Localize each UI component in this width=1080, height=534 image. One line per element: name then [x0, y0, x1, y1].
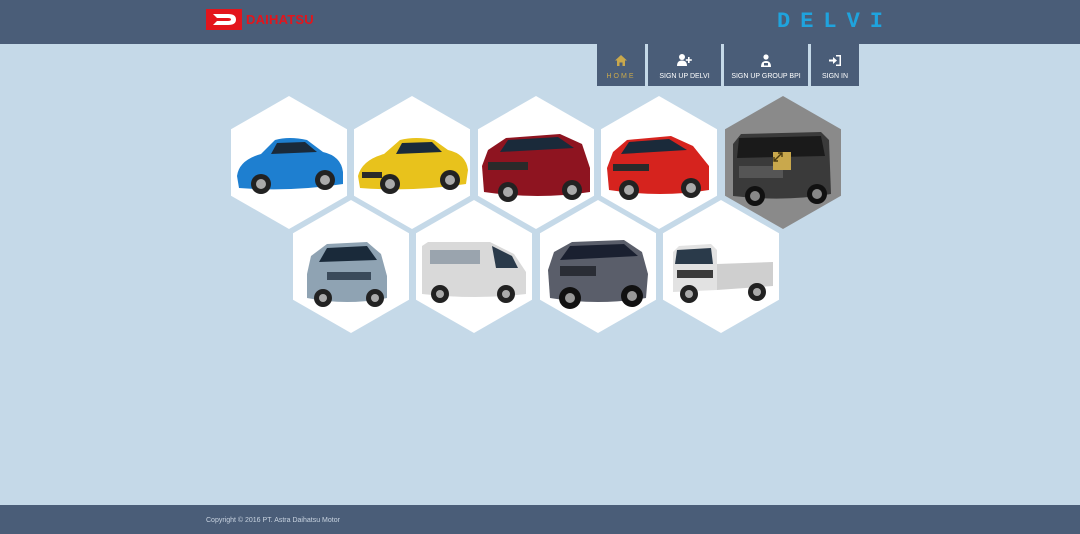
- car-image-ayla-red: [607, 136, 709, 200]
- footer: Copyright © 2016 PT. Astra Daihatsu Moto…: [0, 505, 1080, 534]
- user-plus-icon: [677, 53, 692, 67]
- daihatsu-logo-icon: [206, 9, 242, 30]
- car-tile-ayla-red[interactable]: [601, 96, 717, 229]
- nav-home-label: HOME: [606, 73, 636, 80]
- logo-text: DAIHATSU: [246, 12, 314, 27]
- nav-signup-group-bpi-label: SIGN UP GROUP BPI: [731, 73, 801, 80]
- car-tile-gran-max-pickup[interactable]: [663, 200, 779, 333]
- nav-signup-delvi-label: SIGN UP DELVI: [659, 73, 710, 80]
- car-tile-copen-yellow[interactable]: [354, 96, 470, 229]
- car-image-terios-gray: [548, 240, 648, 309]
- nav-signup-group-bpi[interactable]: SIGN UP GROUP BPI: [724, 44, 808, 86]
- car-tile-xenia-red[interactable]: [478, 96, 594, 229]
- header: DAIHATSU DELVI: [0, 0, 1080, 44]
- main-nav: HOME SIGN UP DELVI SIGN UP GROUP BPI SIG…: [597, 44, 862, 86]
- car-image-gran-max-van: [422, 242, 526, 303]
- car-image-copen-yellow: [358, 138, 468, 194]
- car-tile-copen-blue[interactable]: [231, 96, 347, 229]
- car-image-copen-blue: [237, 138, 343, 194]
- daihatsu-logo[interactable]: DAIHATSU: [206, 9, 314, 30]
- copyright-text: Copyright © 2016 PT. Astra Daihatsu Moto…: [206, 517, 340, 524]
- car-image-xenia-red: [482, 134, 590, 202]
- sign-in-icon: [829, 53, 841, 67]
- car-tile-terios-gray[interactable]: [540, 200, 656, 333]
- nav-sign-in[interactable]: SIGN IN: [811, 44, 859, 86]
- nav-home[interactable]: HOME: [597, 44, 645, 86]
- car-tile-luxio-black[interactable]: [725, 96, 841, 229]
- expand-icon[interactable]: [773, 152, 791, 170]
- car-image-sirion-silver: [307, 242, 387, 307]
- car-tile-sirion-silver[interactable]: [293, 200, 409, 333]
- brand-title: DELVI: [777, 9, 894, 34]
- car-tile-gran-max-van[interactable]: [416, 200, 532, 333]
- car-image-gran-max-pickup: [673, 244, 773, 303]
- nav-sign-in-label: SIGN IN: [821, 73, 849, 80]
- home-icon: [615, 53, 627, 67]
- nav-signup-delvi[interactable]: SIGN UP DELVI: [648, 44, 721, 86]
- group-icon: [760, 53, 772, 67]
